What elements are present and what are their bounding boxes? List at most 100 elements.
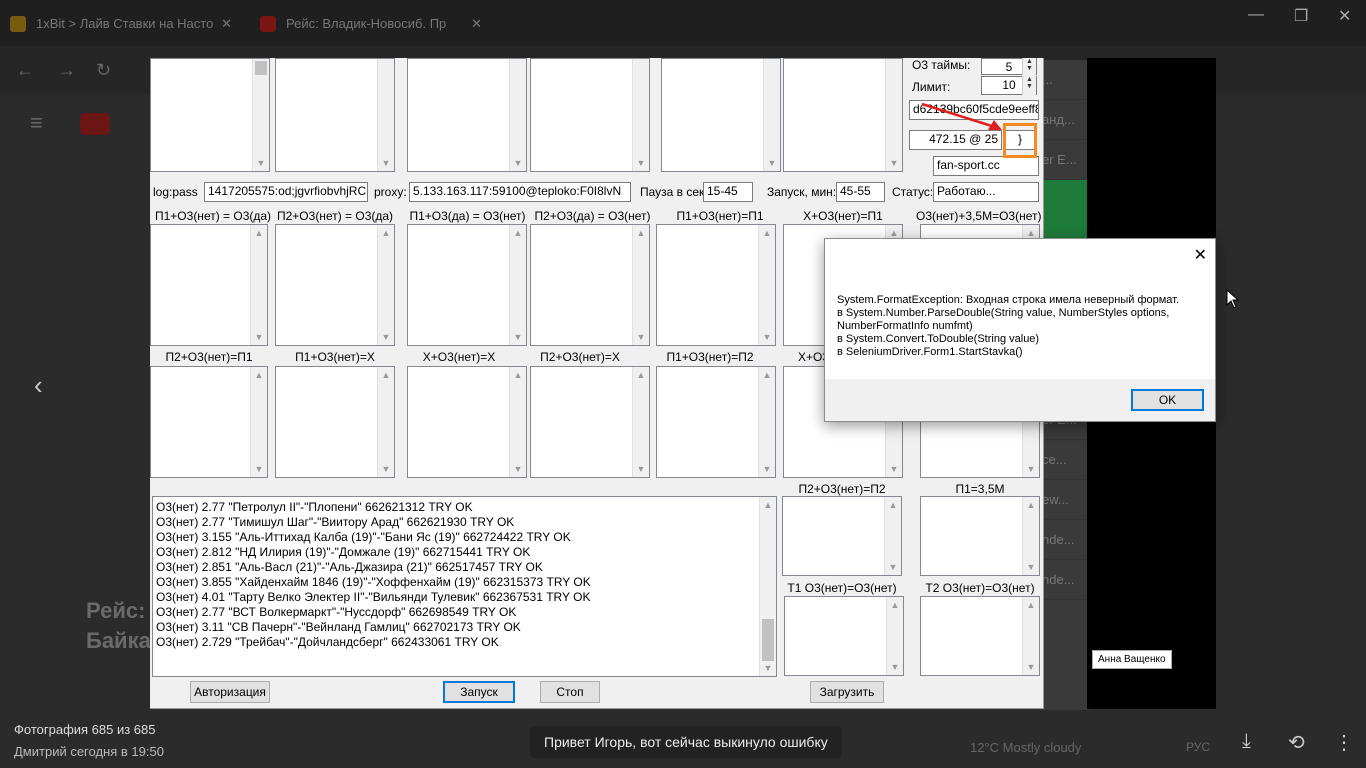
previous-photo-icon[interactable]: ‹	[34, 370, 43, 401]
chevron-down-icon[interactable]: ▼	[378, 461, 394, 477]
list-item[interactable]: ce...	[1040, 440, 1090, 480]
log-line[interactable]: О3(нет) 3.11 "СВ Пачерн"-"Вейнланд Гамли…	[156, 620, 776, 635]
ok-button[interactable]: OK	[1131, 389, 1204, 411]
scrollbar[interactable]: ▲▼	[250, 225, 267, 345]
chevron-up-icon[interactable]: ▲	[378, 225, 394, 241]
scrollbar[interactable]: ▼	[252, 59, 269, 171]
close-icon[interactable]: ✕	[1194, 245, 1207, 265]
maximize-icon[interactable]: ❐	[1294, 6, 1308, 26]
listbox-top-1[interactable]: ▼	[150, 58, 270, 172]
log-line[interactable]: О3(нет) 2.77 "Петролул II"-"Плопени" 662…	[156, 500, 776, 515]
chevron-up-icon[interactable]: ▲	[1023, 597, 1039, 613]
scrollbar[interactable]: ▼	[632, 59, 649, 171]
scrollbar[interactable]: ▼	[885, 59, 902, 171]
more-icon[interactable]: ⋮	[1334, 730, 1354, 755]
chevron-down-icon[interactable]: ▼	[633, 461, 649, 477]
listbox-row3-1[interactable]: ▲ ▼	[782, 496, 902, 576]
chevron-up-icon[interactable]: ▲	[510, 225, 526, 241]
chevron-down-icon[interactable]: ▼	[1023, 461, 1039, 477]
list-item[interactable]	[1040, 180, 1090, 240]
listbox-row2-4[interactable]: ▲ ▼	[530, 366, 650, 478]
chevron-down-icon[interactable]: ▼	[886, 155, 902, 171]
chevron-down-icon[interactable]: ▼	[510, 461, 526, 477]
chevron-down-icon[interactable]: ▼	[251, 461, 267, 477]
scrollbar[interactable]: ▲▼	[884, 497, 901, 575]
chevron-down-icon[interactable]: ▼	[510, 155, 526, 171]
chevron-down-icon[interactable]: ▼	[759, 329, 775, 345]
chevron-down-icon[interactable]: ▼	[760, 660, 776, 676]
chevron-up-icon[interactable]: ▲	[251, 367, 267, 383]
scrollbar[interactable]: ▲▼	[509, 225, 526, 345]
start-button[interactable]: Запуск	[443, 681, 515, 703]
tab-close-icon[interactable]: ✕	[221, 8, 232, 40]
chevron-down-icon[interactable]: ▼	[378, 329, 394, 345]
list-item[interactable]: ...	[1040, 60, 1090, 100]
chevron-down-icon[interactable]: ▼	[885, 559, 901, 575]
listbox-row1-1[interactable]: ▲ ▼	[150, 224, 268, 346]
auth-button[interactable]: Авторизация	[190, 681, 270, 703]
scrollbar[interactable]: ▼	[763, 59, 780, 171]
chevron-down-icon[interactable]: ▼	[887, 659, 903, 675]
proxy-input[interactable]: 5.133.163.117:59100@teploko:F0I8lvN	[409, 182, 631, 202]
scrollbar[interactable]: ▲▼	[1022, 497, 1039, 575]
chevron-up-icon[interactable]: ▲	[759, 225, 775, 241]
scrollbar[interactable]: ▲▼	[509, 367, 526, 477]
log-line[interactable]: О3(нет) 3.155 "Аль-Иттихад Калба (19)"-"…	[156, 530, 776, 545]
scrollbar[interactable]: ▲ ▼	[759, 497, 776, 676]
log-line[interactable]: О3(нет) 2.729 "Трейбач"-"Дойчландсберг" …	[156, 635, 776, 650]
listbox-top-6[interactable]: ▼	[783, 58, 903, 172]
browser-tab-youtube[interactable]: Рейс: Владик-Новосиб. Пр ✕	[250, 8, 490, 40]
start-input[interactable]: 45-55	[836, 182, 885, 202]
log-line[interactable]: О3(нет) 4.01 "Тарту Велко Электер II"-"В…	[156, 590, 776, 605]
reload-icon[interactable]: ↻	[96, 60, 111, 81]
pause-input[interactable]: 15-45	[703, 182, 753, 202]
log-line[interactable]: О3(нет) 2.77 "Тимишул Шаг"-"Виитору Арад…	[156, 515, 776, 530]
log-line[interactable]: О3(нет) 2.77 "ВСТ Волкермаркт"-"Нуссдорф…	[156, 605, 776, 620]
scrollbar[interactable]: ▲▼	[886, 597, 903, 675]
chevron-up-icon[interactable]: ▲	[633, 225, 649, 241]
list-item[interactable]: nde...	[1040, 560, 1090, 600]
chevron-up-icon[interactable]: ▲	[251, 225, 267, 241]
site-input[interactable]: fan-sport.cc	[933, 156, 1039, 176]
scrollbar[interactable]: ▲▼	[758, 225, 775, 345]
listbox-row1-4[interactable]: ▲ ▼	[530, 224, 650, 346]
scrollbar[interactable]: ▲▼	[632, 367, 649, 477]
listbox-row4-1[interactable]: ▲ ▼	[784, 596, 904, 676]
listbox-top-5[interactable]: ▼	[661, 58, 781, 172]
chevron-down-icon[interactable]: ▼	[759, 461, 775, 477]
scrollbar[interactable]: ▼	[509, 59, 526, 171]
chevron-down-icon[interactable]: ▼	[886, 461, 902, 477]
listbox-row2-5[interactable]: ▲ ▼	[656, 366, 776, 478]
load-button[interactable]: Загрузить	[810, 681, 884, 703]
listbox-row2-1[interactable]: ▲ ▼	[150, 366, 268, 478]
chevron-down-icon[interactable]: ▼	[253, 155, 269, 171]
chevron-down-icon[interactable]: ▼	[1023, 559, 1039, 575]
chevron-up-icon[interactable]: ▲	[378, 367, 394, 383]
scrollbar[interactable]: ▲▼	[377, 367, 394, 477]
list-item[interactable]: ew...	[1040, 480, 1090, 520]
listbox-top-4[interactable]: ▼	[530, 58, 650, 172]
chevron-down-icon[interactable]: ▼	[633, 329, 649, 345]
chevron-down-icon[interactable]: ▼	[764, 155, 780, 171]
scrollbar[interactable]: ▼	[377, 59, 394, 171]
logpass-input[interactable]: 1417205575:od;jgvrfiobvhjRC	[204, 182, 368, 202]
list-item[interactable]: nde...	[1040, 520, 1090, 560]
listbox-row1-3[interactable]: ▲ ▼	[407, 224, 527, 346]
chevron-down-icon[interactable]: ▼	[378, 155, 394, 171]
scrollbar[interactable]: ▲▼	[758, 367, 775, 477]
chevron-up-icon[interactable]: ▲	[1023, 497, 1039, 513]
listbox-row4-2[interactable]: ▲ ▼	[920, 596, 1040, 676]
listbox-row1-5[interactable]: ▲ ▼	[656, 224, 776, 346]
rotate-icon[interactable]: ⟲	[1288, 730, 1305, 755]
listbox-row3-2[interactable]: ▲ ▼	[920, 496, 1040, 576]
close-window-icon[interactable]: ✕	[1338, 6, 1351, 26]
chevron-down-icon[interactable]: ▼	[510, 329, 526, 345]
listbox-top-3[interactable]: ▼	[407, 58, 527, 172]
log-listbox[interactable]: О3(нет) 2.77 "Петролул II"-"Плопени" 662…	[152, 496, 777, 677]
listbox-row2-2[interactable]: ▲ ▼	[275, 366, 395, 478]
scrollbar[interactable]: ▲▼	[1022, 597, 1039, 675]
tab-close-icon[interactable]: ✕	[471, 8, 482, 40]
forward-icon[interactable]: →	[58, 60, 76, 81]
limit-spinner[interactable]: ▲ ▼	[1022, 76, 1036, 95]
scrollbar[interactable]: ▲▼	[632, 225, 649, 345]
